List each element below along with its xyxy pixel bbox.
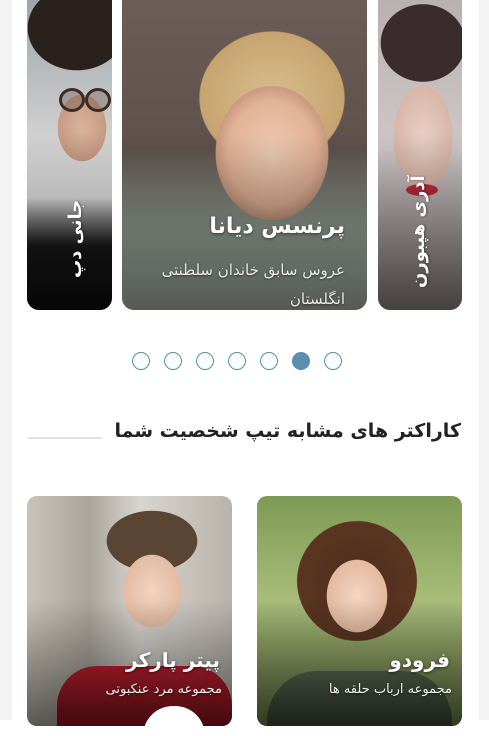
character-card-peter-parker[interactable]: پیتر پارکر مجموعه مرد عنکبوتی: [27, 496, 232, 726]
character-subtitle: مجموعه ارباب حلقه ها: [328, 682, 452, 697]
card-label: جانی دپ: [65, 199, 86, 278]
card-label: آدری هپبورن: [408, 175, 429, 288]
pagination-dot[interactable]: [324, 352, 342, 370]
carousel-card-johnny-depp[interactable]: جانی دپ: [27, 0, 112, 310]
pagination-dot-active[interactable]: [292, 352, 310, 370]
character-name: پیتر پارکر: [126, 648, 220, 672]
card-title: پرنسس دیانا: [209, 214, 345, 239]
character-card-frodo[interactable]: فرودو مجموعه ارباب حلقه ها: [257, 496, 462, 726]
section-divider: [28, 437, 102, 439]
section-title: کاراکتر های مشابه تیپ شخصیت شما: [114, 420, 461, 442]
pagination-dot[interactable]: [228, 352, 246, 370]
character-subtitle: مجموعه مرد عنکبوتی: [105, 682, 222, 697]
pagination-dot[interactable]: [164, 352, 182, 370]
carousel-pagination: [132, 352, 342, 374]
pagination-dot[interactable]: [196, 352, 214, 370]
pagination-dot[interactable]: [260, 352, 278, 370]
card-subtitle: عروس سابق خاندان سلطنتی انگلستان: [161, 261, 345, 308]
pagination-dot[interactable]: [132, 352, 150, 370]
celebrity-carousel[interactable]: جانی دپ پرنسس دیانا عروس سابق خاندان سلط…: [0, 0, 489, 320]
carousel-card-audrey-hepburn[interactable]: آدری هپبورن: [378, 0, 462, 310]
carousel-card-princess-diana[interactable]: پرنسس دیانا عروس سابق خاندان سلطنتی انگل…: [122, 0, 367, 310]
character-name: فرودو: [389, 648, 450, 672]
